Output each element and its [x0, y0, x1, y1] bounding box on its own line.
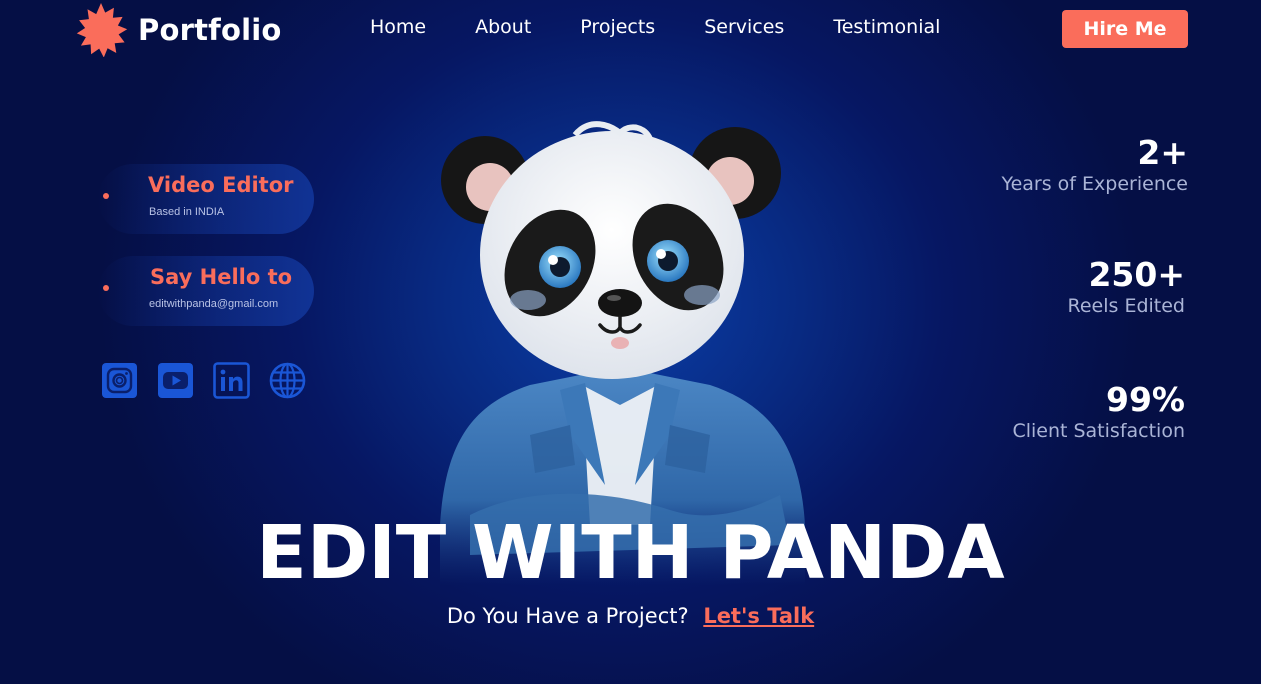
contact-pill[interactable]: Say Hello to editwithpanda@gmail.com: [98, 256, 314, 326]
bullet-dot: [103, 193, 109, 199]
cta-question: Do You Have a Project?: [446, 604, 689, 628]
main-nav: Home About Projects Services Testimonial: [370, 16, 989, 38]
brand-logo[interactable]: Portfolio: [74, 3, 282, 57]
stat-satisfaction: 99% Client Satisfaction: [1012, 383, 1185, 442]
hire-me-button[interactable]: Hire Me: [1062, 10, 1188, 48]
website-link[interactable]: [269, 362, 306, 399]
bullet-dot: [103, 285, 109, 291]
contact-email[interactable]: editwithpanda@gmail.com: [149, 298, 278, 310]
youtube-icon: [158, 363, 193, 398]
stat-reels: 250+ Reels Edited: [1068, 258, 1186, 317]
role-title: Video Editor: [148, 173, 294, 197]
stat-label: Reels Edited: [1067, 295, 1186, 317]
nav-about[interactable]: About: [475, 16, 531, 38]
stat-value: 250+: [1088, 255, 1185, 294]
stat-value: 2+: [1137, 133, 1188, 172]
stat-label: Client Satisfaction: [1012, 420, 1185, 442]
stat-experience: 2+ Years of Experience: [1002, 136, 1188, 195]
social-links: [101, 362, 306, 399]
brand-name: Portfolio: [138, 13, 282, 47]
lets-talk-link[interactable]: Let's Talk: [703, 604, 814, 628]
stat-value: 99%: [1106, 380, 1185, 419]
linkedin-icon: [213, 362, 250, 399]
nav-testimonial[interactable]: Testimonial: [833, 16, 940, 38]
nav-services[interactable]: Services: [704, 16, 784, 38]
youtube-link[interactable]: [157, 362, 194, 399]
hero-title: EDIT WITH PANDA: [256, 510, 1005, 596]
globe-icon: [269, 362, 306, 399]
role-location: Based in INDIA: [149, 206, 225, 218]
stat-label: Years of Experience: [1001, 173, 1188, 195]
instagram-link[interactable]: [101, 362, 138, 399]
linkedin-link[interactable]: [213, 362, 250, 399]
instagram-icon: [102, 363, 137, 398]
role-pill: Video Editor Based in INDIA: [98, 164, 314, 234]
nav-projects[interactable]: Projects: [580, 16, 655, 38]
nav-home[interactable]: Home: [370, 16, 426, 38]
contact-title: Say Hello to: [150, 265, 293, 289]
sunburst-icon: [76, 3, 128, 57]
cta-line: Do You Have a Project? Let's Talk: [0, 604, 1261, 628]
